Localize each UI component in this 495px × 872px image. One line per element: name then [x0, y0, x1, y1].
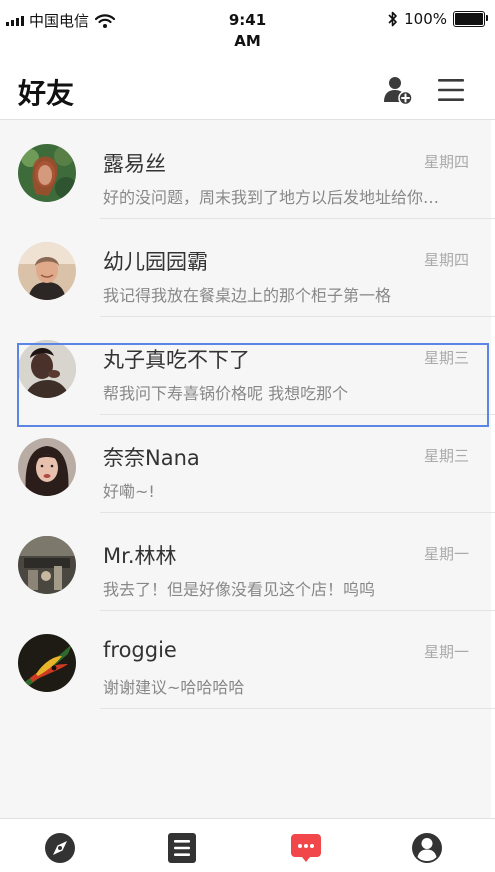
document-icon[interactable] [165, 831, 199, 865]
tab-bar [0, 818, 495, 872]
avatar [18, 536, 76, 594]
contact-list: 露易丝 星期四 好的没问题，周末我到了地方以后发地址给你… 幼儿园园霸 星期四 … [0, 121, 495, 709]
status-bar: 中国电信 9:41 AM 100% [0, 0, 495, 56]
contact-time: 星期四 [423, 251, 469, 269]
status-right: 100% [388, 10, 488, 28]
profile-icon[interactable] [410, 831, 444, 865]
contact-item[interactable]: Mr.林林 星期一 我去了！但是好像没看见这个店！呜呜 [0, 513, 495, 611]
menu-icon[interactable] [436, 77, 466, 103]
contact-item[interactable]: 丸子真吃不下了 星期三 帮我问下寿喜锅价格呢 我想吃那个 [0, 317, 495, 415]
contact-item[interactable]: 幼儿园园霸 星期四 我记得我放在餐桌边上的那个柜子第一格 [0, 219, 495, 317]
contact-name: 丸子真吃不下了 [103, 348, 250, 372]
avatar [18, 144, 76, 202]
contact-item[interactable]: 奈奈Nana 星期三 好嘞~! [0, 415, 495, 513]
contact-name: 露易丝 [103, 152, 166, 176]
contact-last-message: 帮我问下寿喜锅价格呢 我想吃那个 [103, 384, 349, 403]
contact-name: froggie [103, 638, 177, 662]
battery-percent: 100% [404, 10, 447, 28]
add-friend-icon[interactable] [382, 74, 414, 106]
avatar [18, 438, 76, 496]
nav-header: 好友 [0, 58, 495, 120]
contact-item[interactable]: froggie 星期一 谢谢建议~哈哈哈哈 [0, 611, 495, 709]
contact-last-message: 我去了！但是好像没看见这个店！呜呜 [103, 580, 376, 599]
contact-name: Mr.林林 [103, 544, 177, 568]
contact-item[interactable]: 露易丝 星期四 好的没问题，周末我到了地方以后发地址给你… [0, 121, 495, 219]
contact-last-message: 好嘞~! [103, 482, 155, 501]
contact-name: 幼儿园园霸 [103, 250, 208, 274]
bluetooth-icon [388, 11, 397, 27]
contact-name: 奈奈Nana [103, 446, 200, 470]
contact-time: 星期四 [423, 153, 469, 171]
contact-time: 星期三 [423, 349, 469, 367]
avatar [18, 634, 76, 692]
compass-icon[interactable] [43, 831, 77, 865]
divider [100, 708, 495, 709]
contact-last-message: 我记得我放在餐桌边上的那个柜子第一格 [103, 286, 392, 305]
contact-last-message: 谢谢建议~哈哈哈哈 [103, 678, 245, 697]
status-time-ampm: AM [234, 32, 261, 50]
avatar [18, 340, 76, 398]
contact-time: 星期三 [423, 447, 469, 465]
contact-time: 星期一 [423, 545, 469, 563]
contact-time: 星期一 [423, 643, 469, 661]
contact-last-message: 好的没问题，周末我到了地方以后发地址给你… [103, 188, 440, 207]
avatar [18, 242, 76, 300]
page-title: 好友 [18, 77, 75, 110]
chat-icon[interactable] [289, 831, 323, 865]
battery-icon [453, 11, 488, 27]
